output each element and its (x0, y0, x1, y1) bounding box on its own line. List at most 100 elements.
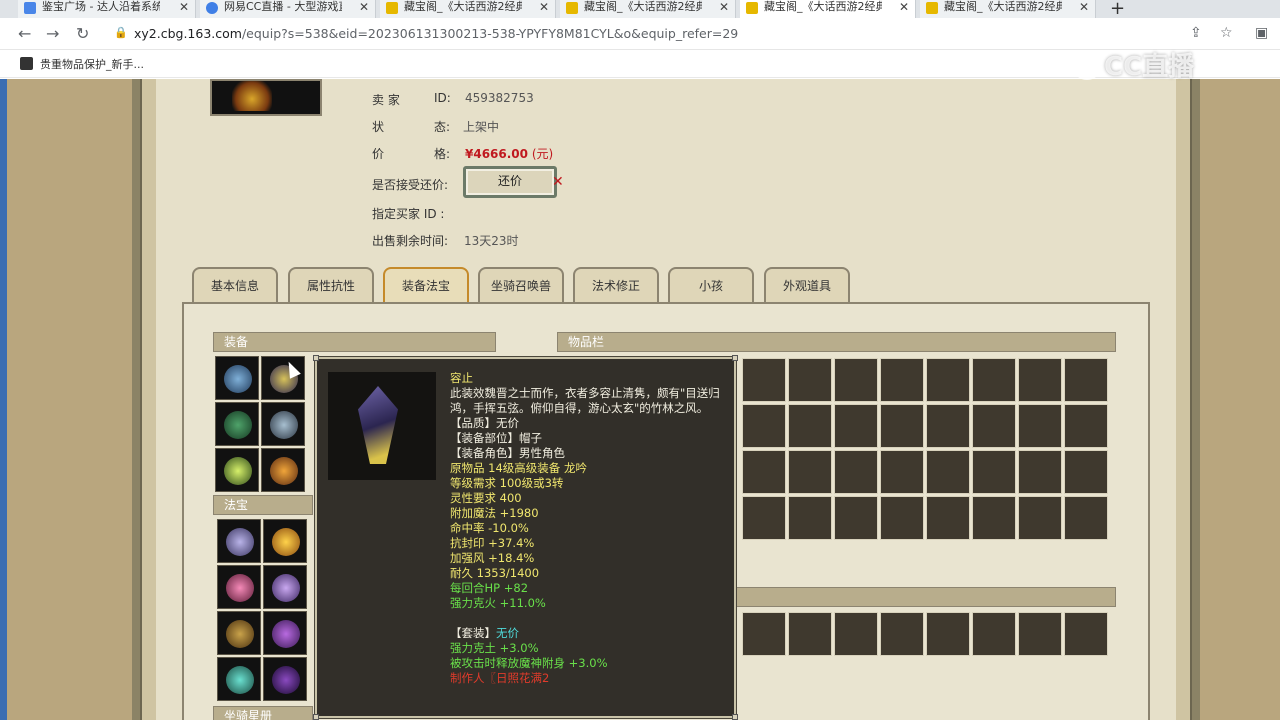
inventory-cell[interactable] (742, 358, 786, 402)
fabao-slot-2[interactable] (263, 519, 307, 563)
inventory-cell[interactable] (880, 496, 924, 540)
fabao-slot-3[interactable] (217, 565, 261, 609)
sidebar-icon[interactable]: ▣ (1255, 25, 1268, 41)
watermark-logo-icon (1072, 50, 1102, 80)
equip-slot-3[interactable] (215, 402, 259, 446)
tab-equipment[interactable]: 装备法宝 (383, 267, 469, 302)
secondary-cell[interactable] (1018, 612, 1062, 656)
item-image (328, 372, 436, 480)
status-label-2: 态: (434, 120, 451, 134)
counter-disabled-x-icon: ✕ (552, 174, 564, 190)
browser-tab-3[interactable]: 藏宝阁_《大话西游2经典 ✕ (380, 0, 556, 18)
secondary-cell[interactable] (834, 612, 878, 656)
browser-tab-5-active[interactable]: 藏宝阁_《大话西游2经典 ✕ (740, 0, 916, 18)
counter-offer-button[interactable]: 还价 (463, 166, 557, 198)
inventory-cell[interactable] (880, 358, 924, 402)
reload-icon[interactable]: ↻ (76, 24, 89, 43)
secondary-cell[interactable] (972, 612, 1016, 656)
tab-attributes[interactable]: 属性抗性 (288, 267, 374, 302)
fabao-slot-5[interactable] (217, 611, 261, 655)
bookmark-star-icon[interactable]: ☆ (1220, 25, 1233, 41)
inventory-cell[interactable] (1064, 450, 1108, 494)
close-icon[interactable]: ✕ (539, 0, 549, 14)
inventory-cell[interactable] (1018, 358, 1062, 402)
inventory-cell[interactable] (742, 496, 786, 540)
inventory-cell[interactable] (1064, 358, 1108, 402)
inventory-cell[interactable] (972, 358, 1016, 402)
inventory-cell[interactable] (742, 404, 786, 448)
secondary-cell[interactable] (788, 612, 832, 656)
equip-slot-2[interactable] (261, 356, 305, 400)
inventory-cell[interactable] (880, 450, 924, 494)
inventory-cell[interactable] (788, 358, 832, 402)
item-tooltip: 容止 此装效魏晋之士而作，衣者多容止清隽，颇有"目送归鸿，手挥五弦。俯仰自得，游… (313, 355, 738, 720)
buyer-id-label: 指定买家 ID : (372, 207, 445, 221)
tab-appearance[interactable]: 外观道具 (764, 267, 850, 302)
browser-tab-6[interactable]: 藏宝阁_《大话西游2经典 ✕ (920, 0, 1096, 18)
close-icon[interactable]: ✕ (179, 0, 189, 14)
inventory-cell[interactable] (788, 450, 832, 494)
inventory-cell[interactable] (834, 358, 878, 402)
inventory-cell[interactable] (926, 358, 970, 402)
equip-slot-5[interactable] (215, 448, 259, 492)
equip-section-header: 装备 (213, 332, 496, 352)
inventory-cell[interactable] (834, 450, 878, 494)
equip-slot-4[interactable] (261, 402, 305, 446)
inventory-cell[interactable] (972, 404, 1016, 448)
inventory-cell[interactable] (1064, 404, 1108, 448)
inventory-cell[interactable] (972, 496, 1016, 540)
inventory-cell[interactable] (926, 404, 970, 448)
inventory-cell[interactable] (1018, 404, 1062, 448)
new-tab-icon[interactable]: + (1110, 0, 1125, 19)
secondary-cell[interactable] (1064, 612, 1108, 656)
tab-basic-info[interactable]: 基本信息 (192, 267, 278, 302)
inventory-cell[interactable] (1018, 450, 1062, 494)
price-unit: (元) (531, 147, 554, 161)
close-icon[interactable]: ✕ (359, 0, 369, 14)
browser-tab-1[interactable]: 鉴宝广场 - 达人沿着系统 ✕ (18, 0, 196, 18)
secondary-cell[interactable] (742, 612, 786, 656)
back-arrow-icon[interactable]: ← (18, 24, 31, 43)
fabao-slot-1[interactable] (217, 519, 261, 563)
browser-tab-4[interactable]: 藏宝阁_《大话西游2经典 ✕ (560, 0, 736, 18)
set-attr-demon: 被攻击时释放魔神附身 +3.0% (450, 656, 608, 670)
tab-mounts-pets[interactable]: 坐骑召唤兽 (478, 267, 564, 302)
tab-spell-correction[interactable]: 法术修正 (573, 267, 659, 302)
browser-tab-2[interactable]: 网易CC直播 - 大型游戏直播 ✕ (200, 0, 376, 18)
seal-icon (226, 620, 254, 648)
inventory-cell[interactable] (926, 496, 970, 540)
set-value: 无价 (496, 626, 519, 640)
inventory-section-header: 物品栏 (557, 332, 1116, 352)
inventory-cell[interactable] (788, 404, 832, 448)
inventory-cell[interactable] (742, 450, 786, 494)
inventory-cell[interactable] (1064, 496, 1108, 540)
secondary-cell[interactable] (926, 612, 970, 656)
seller-label: 卖 家 (372, 93, 400, 107)
jade-icon (226, 666, 254, 694)
close-icon[interactable]: ✕ (899, 0, 909, 14)
equip-slot-6[interactable] (261, 448, 305, 492)
share-icon[interactable]: ⇪ (1190, 25, 1202, 41)
fabao-slot-6[interactable] (263, 611, 307, 655)
fabao-slot-8[interactable] (263, 657, 307, 701)
inventory-cell[interactable] (972, 450, 1016, 494)
forward-arrow-icon[interactable]: → (46, 24, 59, 43)
tab-children[interactable]: 小孩 (668, 267, 754, 302)
inventory-cell[interactable] (788, 496, 832, 540)
bookmark-item[interactable]: 贵重物品保护_新手... (40, 56, 144, 72)
close-icon[interactable]: ✕ (719, 0, 729, 14)
armor-icon (270, 411, 298, 439)
item-attr-magic: 附加魔法 +1980 (450, 506, 539, 520)
secondary-cell[interactable] (880, 612, 924, 656)
inventory-cell[interactable] (926, 450, 970, 494)
fabao-slot-7[interactable] (217, 657, 261, 701)
inventory-cell[interactable] (834, 404, 878, 448)
inventory-cell[interactable] (880, 404, 924, 448)
inventory-cell[interactable] (834, 496, 878, 540)
inventory-cell[interactable] (1018, 496, 1062, 540)
character-thumbnail (210, 79, 322, 116)
close-icon[interactable]: ✕ (1079, 0, 1089, 14)
fabao-slot-4[interactable] (263, 565, 307, 609)
equip-slot-1[interactable] (215, 356, 259, 400)
url-field[interactable]: xy2.cbg.163.com/equip?s=538&eid=20230613… (134, 26, 738, 41)
